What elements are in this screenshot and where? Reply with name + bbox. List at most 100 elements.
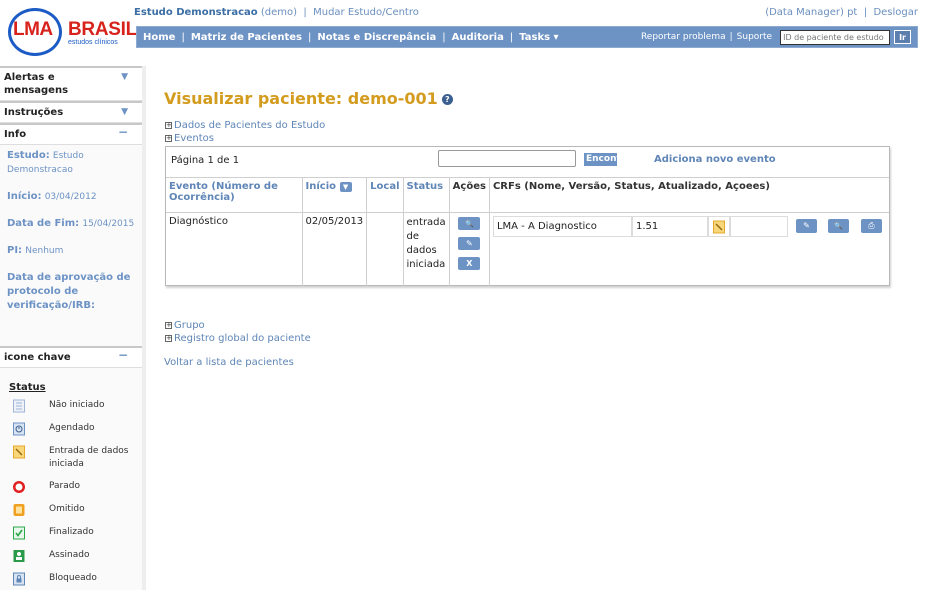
edit-event-button[interactable]: ✎ — [458, 236, 481, 250]
logo-brasil: BRASIL — [68, 19, 137, 40]
info-study: Estudo: Estudo Demonstracao — [7, 149, 135, 177]
sort-icon[interactable]: ▼ — [339, 182, 352, 192]
event-location — [366, 212, 404, 286]
legend-label: Omitido — [49, 504, 85, 514]
chevron-down-icon[interactable]: ▼ — [121, 106, 128, 119]
legend-label: Finalizado — [49, 527, 94, 537]
enter-data-button[interactable]: ✎ — [795, 218, 817, 233]
event-start-date: 02/05/2013 — [302, 212, 368, 286]
find-button[interactable]: Encontrar — [584, 153, 617, 166]
patient-id-input[interactable] — [780, 29, 891, 45]
not-started-icon — [13, 399, 25, 413]
expand-icon[interactable]: + — [165, 122, 172, 129]
nav-notes-discrepancies[interactable]: Notas e Discrepância — [317, 32, 436, 43]
collapse-icon[interactable]: − — [118, 126, 128, 139]
view-event-button[interactable]: 🔍 — [458, 216, 481, 230]
column-header-actions: Ações — [449, 178, 490, 213]
print-crf-button[interactable]: ⎙ — [860, 218, 882, 233]
nav-audit[interactable]: Auditoria — [452, 32, 504, 43]
nav-home[interactable]: Home — [143, 32, 175, 43]
nav-separator: | — [307, 31, 312, 43]
legend-item: Não iniciado — [12, 399, 142, 413]
sidebar-alerts-header[interactable]: Alertas e mensagens ▼ — [0, 66, 142, 101]
remove-event-button[interactable]: X — [458, 256, 481, 270]
info-approval: Data de aprovação de protocolo de verifi… — [7, 271, 135, 313]
sidebar-instructions-header[interactable]: Instruções ▼ — [0, 101, 142, 123]
view-crf-button[interactable]: 🔍 — [827, 218, 849, 233]
global-record-toggle-link[interactable]: + Registro global do paciente — [165, 333, 311, 344]
magnifier-icon: 🔍 — [464, 219, 474, 228]
crf-name: LMA - A Diagnostico — [492, 215, 632, 237]
support-link[interactable]: Suporte — [737, 32, 772, 42]
study-code: (demo) — [260, 7, 298, 18]
data-entry-started-icon — [712, 220, 725, 233]
crf-row: LMA - A Diagnostico 1.51 ✎ 🔍 ⎙ — [492, 215, 886, 238]
group-toggle-label: Grupo — [174, 320, 205, 331]
events-toggle-link[interactable]: + Eventos — [165, 133, 214, 144]
separator: | — [303, 7, 307, 18]
logo-lma: LMA — [13, 19, 53, 40]
events-table: Evento (Número de Ocorrência) Início ▼ L… — [166, 178, 889, 286]
logout-link[interactable]: Deslogar — [873, 7, 918, 18]
column-header-status[interactable]: Status — [403, 178, 450, 213]
column-header-local[interactable]: Local — [366, 178, 404, 213]
legend-label: Parado — [49, 481, 80, 491]
lma-brasil-logo[interactable]: LMA BRASIL estudos clínicos — [8, 8, 137, 56]
nav-separator: | — [181, 31, 185, 43]
legend-item: Bloqueado — [12, 572, 142, 586]
events-toolbar: Página 1 de 1 Encontrar Adiciona novo ev… — [166, 147, 889, 178]
chevron-down-icon[interactable]: ▼ — [121, 71, 128, 84]
data-entry-started-icon — [13, 445, 25, 459]
sidebar-key-icons-header[interactable]: icone chave − — [0, 346, 142, 368]
column-header-start[interactable]: Início ▼ — [302, 178, 368, 213]
info-end: Data de Fim: 15/04/2015 — [7, 217, 135, 231]
sidebar: Alertas e mensagens ▼ Instruções ▼ Info … — [0, 66, 146, 590]
sidebar-info-header[interactable]: Info − — [0, 123, 142, 145]
help-icon[interactable]: ? — [441, 94, 453, 105]
expand-icon[interactable]: + — [165, 135, 172, 142]
nav-tasks-dropdown[interactable]: Tasks ▾ — [519, 32, 558, 43]
events-toggle-label: Eventos — [174, 133, 214, 144]
printer-icon: ⎙ — [868, 220, 875, 230]
info-pi-value: Nenhum — [25, 246, 64, 256]
legend-item: Finalizado — [12, 526, 142, 540]
column-header-event[interactable]: Evento (Número de Ocorrência) — [166, 178, 303, 213]
table-row: Diagnóstico 02/05/2013 entrada de dados … — [166, 212, 889, 286]
go-button[interactable]: Ir — [894, 30, 911, 44]
pagination-text: Página 1 de 1 — [171, 155, 240, 166]
collapse-icon[interactable]: − — [118, 349, 128, 362]
info-approval-label: Data de aprovação de protocolo de verifi… — [7, 272, 131, 311]
user-role: (Data Manager) — [765, 7, 844, 18]
legend-label: Agendado — [49, 423, 95, 433]
scheduled-icon — [13, 422, 25, 436]
instructions-title: Instruções — [4, 107, 64, 118]
add-new-event-link[interactable]: Adiciona novo evento — [654, 154, 776, 165]
back-to-subject-list-link[interactable]: Voltar a lista de pacientes — [164, 357, 294, 368]
nav-separator: | — [509, 31, 514, 43]
expand-icon[interactable]: + — [165, 322, 172, 329]
nav-subject-matrix[interactable]: Matriz de Pacientes — [191, 32, 302, 43]
current-study-bar: Estudo Demonstracao (demo) | Mudar Estud… — [134, 7, 419, 18]
info-start-value: 03/04/2012 — [44, 192, 97, 202]
report-problem-link[interactable]: Reportar problema — [641, 32, 726, 42]
status-legend: Não iniciado Agendado Entrada de dados i… — [0, 399, 142, 586]
info-title: Info — [4, 129, 27, 140]
change-study-link[interactable]: Mudar Estudo/Centro — [313, 7, 419, 18]
event-actions: 🔍 ✎ X — [449, 212, 490, 286]
key-icons-title: icone chave — [4, 352, 71, 363]
study-name: Estudo Demonstracao — [134, 7, 258, 18]
group-toggle-link[interactable]: + Grupo — [165, 320, 205, 331]
expand-icon[interactable]: + — [165, 335, 172, 342]
events-search-input[interactable] — [438, 150, 576, 167]
legend-label: Bloqueado — [49, 573, 97, 583]
info-pi: PI: Nenhum — [7, 244, 135, 258]
column-header-start-label: Início — [305, 181, 337, 192]
study-subject-data-link[interactable]: + Dados de Pacientes do Estudo — [165, 120, 325, 131]
language-link[interactable]: pt — [847, 7, 857, 18]
user-bar: (Data Manager) pt | Deslogar — [765, 7, 918, 18]
locked-icon — [13, 572, 25, 586]
events-header-row: Evento (Número de Ocorrência) Início ▼ L… — [166, 178, 889, 213]
close-icon: X — [466, 258, 473, 268]
page-title-text: Visualizar paciente: demo-001 — [164, 89, 438, 108]
crf-updated — [729, 215, 788, 237]
